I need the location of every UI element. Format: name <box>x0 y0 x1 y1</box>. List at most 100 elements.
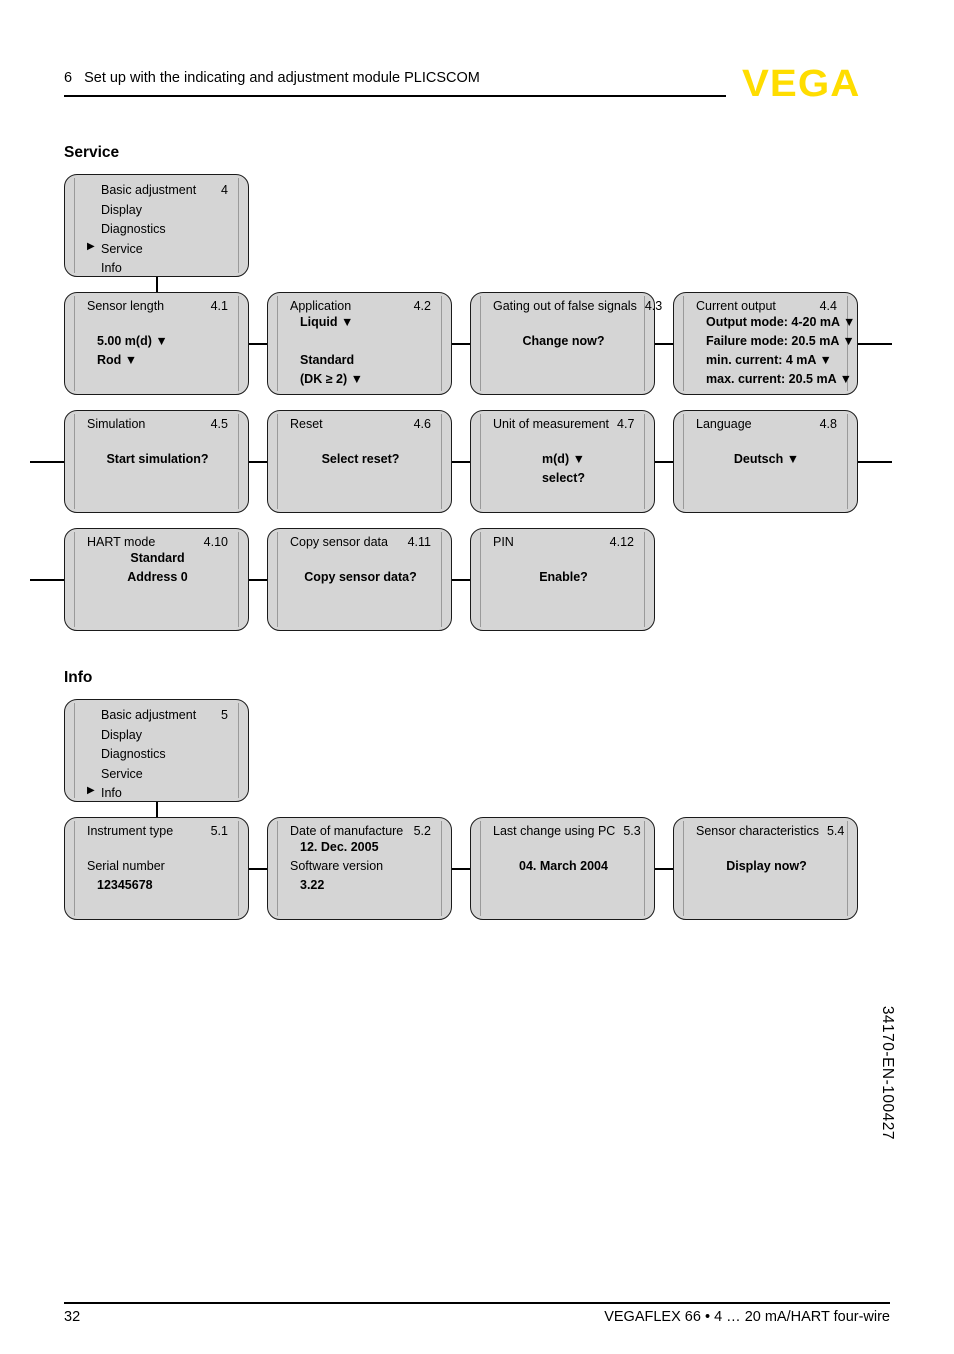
connector-horizontal <box>655 342 673 345</box>
connector-horizontal <box>452 578 470 581</box>
box-number: 5.2 <box>413 824 431 838</box>
box-line: Deutsch ▼ <box>733 452 800 466</box>
flow-box-4-11: Copy sensor data 4.11 Copy sensor data? <box>267 528 452 631</box>
menu-item-diagnostics[interactable]: ▶Diagnostics <box>87 745 228 765</box>
box-line: 3.22 <box>300 878 325 892</box>
box-number: 4.7 <box>617 417 635 431</box>
flow-box-5-4: Sensor characteristics 5.4 Display now? <box>673 817 858 920</box>
box-content: ▶ Basic adjustment 5 ▶Display▶Diagnostics▶S… <box>65 700 248 801</box>
box-line: Start simulation? <box>106 452 209 466</box>
box-header: Reset 4.6 <box>290 417 431 431</box>
box-header: Current output 4.4 <box>696 299 837 313</box>
box-line: 04. March 2004 <box>519 859 608 873</box>
menu-item-label: Service <box>101 241 143 256</box>
box-line: m(d) ▼ <box>542 452 585 466</box>
page-header: 6 Set up with the indicating and adjustme… <box>64 70 724 86</box>
box-line: Failure mode: 20.5 mA ▼ <box>706 334 855 348</box>
menu-item-display[interactable]: ▶Display <box>87 726 228 746</box>
box-content: Instrument type 5.1 Serial number 12345678 <box>65 818 248 919</box>
box-number: 5.3 <box>623 824 641 838</box>
menu-item-basic-adjustment[interactable]: ▶Basic adjustment4 <box>87 181 228 201</box>
box-content: ▶ Basic adjustment 4 ▶Display▶Diagnostics▶ S… <box>65 175 248 276</box>
connector-horizontal <box>452 460 470 463</box>
connector-horizontal <box>249 578 267 581</box>
menu-number: 5 <box>221 708 228 722</box>
menu-item-diagnostics[interactable]: ▶Diagnostics <box>87 220 228 240</box>
menu-item-label: Display <box>101 202 142 217</box>
connector-horizontal <box>249 460 267 463</box>
box-number: 4.2 <box>413 299 431 313</box>
box-header: PIN 4.12 <box>493 535 634 549</box>
box-title: Last change using PC <box>493 824 616 838</box>
flow-box-5-3: Last change using PC 5.3 04. March 2004 <box>470 817 655 920</box>
box-number: 4.12 <box>609 535 634 549</box>
box-title: Sensor characteristics <box>696 824 819 838</box>
header-divider <box>64 95 726 97</box>
box-line: select? <box>541 471 586 485</box>
box-line: Enable? <box>539 570 588 584</box>
connector-horizontal <box>249 342 267 345</box>
box-header: Sensor characteristics 5.4 <box>696 824 844 838</box>
box-header: Unit of measurement 4.7 <box>493 417 634 431</box>
menu-item-label: Display <box>101 727 142 742</box>
box-line: 12. Dec. 2005 <box>300 840 379 854</box>
box-line: Software version <box>290 859 384 873</box>
box-line: Rod ▼ <box>97 353 138 367</box>
box-content: Gating out of false signals 4.3 Change no… <box>471 293 662 394</box>
box-title: Sensor length <box>87 299 165 313</box>
menu-item-info[interactable]: ▶Info <box>87 784 228 804</box>
connector-menu-to-5-1 <box>156 802 158 817</box>
box-header: Instrument type 5.1 <box>87 824 228 838</box>
menu-item-basic-adjustment[interactable]: ▶Basic adjustment5 <box>87 706 228 726</box>
box-line: Display now? <box>726 859 807 873</box>
flow-box-4-6: Reset 4.6 Select reset? <box>267 410 452 513</box>
flow-box-5-1: Instrument type 5.1 Serial number 12345678 <box>64 817 249 920</box>
box-number: 4.8 <box>819 417 837 431</box>
box-content: Last change using PC 5.3 04. March 2004 <box>471 818 654 919</box>
box-line: Standard <box>130 551 185 565</box>
box-header: Sensor length 4.1 <box>87 299 228 313</box>
box-content: Sensor length 4.1 5.00 m(d) ▼ Rod ▼ <box>65 293 248 394</box>
vega-logo: VEGA <box>742 63 861 105</box>
box-line: Copy sensor data? <box>304 570 417 584</box>
menu-box-info: ▶ Basic adjustment 5 ▶Display▶Diagnostics▶S… <box>64 699 249 802</box>
flow-box-4-1: Sensor length 4.1 5.00 m(d) ▼ Rod ▼ <box>64 292 249 395</box>
page-title: Set up with the indicating and adjustmen… <box>84 70 480 86</box>
section-heading-info: Info <box>64 669 93 686</box>
box-line: Select reset? <box>321 452 400 466</box>
menu-item-label: Basic adjustment <box>101 183 197 197</box>
box-content: Copy sensor data 4.11 Copy sensor data? <box>268 529 451 630</box>
menu-item-label: Info <box>101 786 122 801</box>
box-title: PIN <box>493 535 514 549</box>
box-title: Reset <box>290 417 323 431</box>
box-header: Copy sensor data 4.11 <box>290 535 431 549</box>
menu-item-service[interactable]: ▶Service <box>87 765 228 785</box>
box-header: Date of manufacture 5.2 <box>290 824 431 838</box>
connector-row-wrap-left <box>30 578 64 581</box>
menu-number: 4 <box>221 183 228 197</box>
flow-box-4-4: Current output 4.4 Output mode: 4-20 mA ▼ F… <box>673 292 858 395</box>
box-header: HART mode 4.10 <box>87 535 228 549</box>
box-line: Serial number <box>87 859 165 873</box>
flow-box-5-2: Date of manufacture 5.2 12. Dec. 2005 Softw… <box>267 817 452 920</box>
box-content: HART mode 4.10 Standard Address 0 <box>65 529 248 630</box>
footer-product-name: VEGAFLEX 66 • 4 … 20 mA/HART four-wire <box>604 1309 890 1325</box>
menu-item-label: Service <box>101 766 143 781</box>
box-title: HART mode <box>87 535 156 549</box>
menu-item-service[interactable]: ▶ Service <box>87 240 228 260</box>
connector-row-wrap-right <box>858 460 892 463</box>
box-content: Application 4.2 Liquid ▼ Standard (DK ≥ 2) … <box>268 293 451 394</box>
menu-item-display[interactable]: ▶Display <box>87 201 228 221</box>
menu-item-info[interactable]: ▶Info <box>87 259 228 279</box>
connector-horizontal <box>655 460 673 463</box>
box-title: Application <box>290 299 352 313</box>
flow-box-4-5: Simulation 4.5 Start simulation? <box>64 410 249 513</box>
box-line: max. current: 20.5 mA ▼ <box>706 372 852 386</box>
box-line: Liquid ▼ <box>300 315 354 329</box>
box-content: Date of manufacture 5.2 12. Dec. 2005 Softw… <box>268 818 451 919</box>
box-line: Change now? <box>522 334 605 348</box>
box-content: Language 4.8 Deutsch ▼ <box>674 411 857 512</box>
footer-page-number: 32 <box>64 1309 81 1325</box>
selected-pointer-icon: ▶ <box>87 240 95 252</box>
box-content: Simulation 4.5 Start simulation? <box>65 411 248 512</box>
